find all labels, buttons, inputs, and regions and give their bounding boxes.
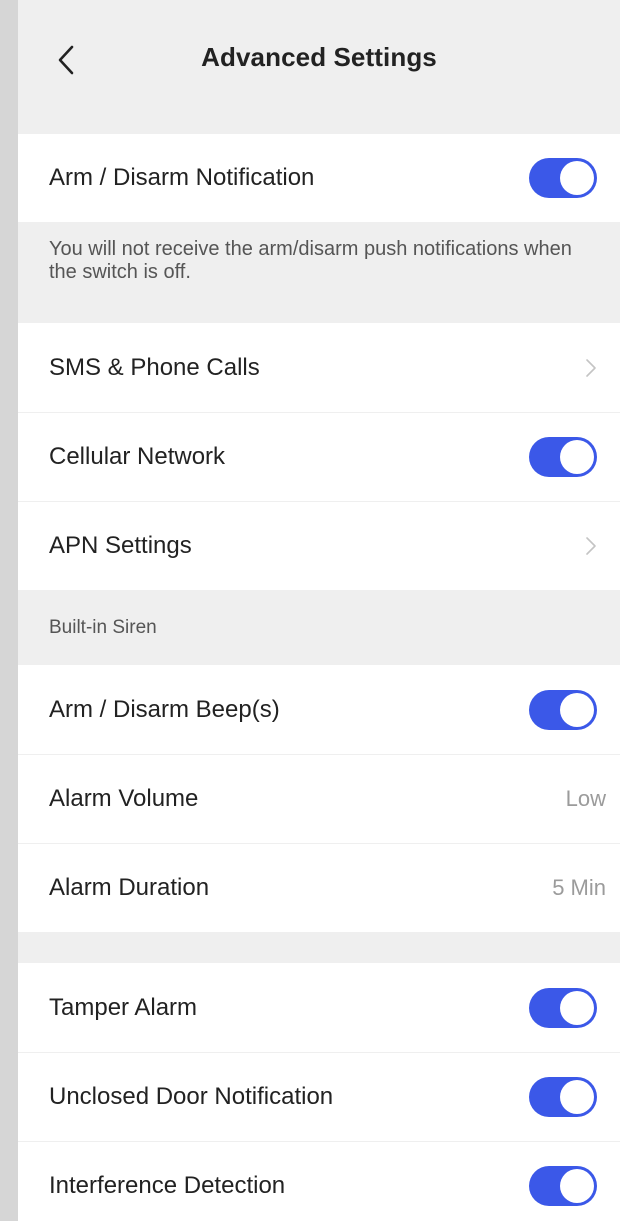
cellular-network-toggle[interactable] xyxy=(529,436,597,477)
interference-detection-toggle[interactable] xyxy=(529,1165,597,1206)
row-label: Interference Detection xyxy=(49,1171,286,1199)
row-label: Unclosed Door Notification xyxy=(49,1082,334,1110)
row-label: Arm / Disarm Notification xyxy=(49,164,315,191)
notification-note: You will not receive the arm/disarm push… xyxy=(18,222,620,323)
settings-screen: Advanced Settings Arm / Disarm Notificat… xyxy=(18,0,620,1221)
row-label: Cellular Network xyxy=(49,442,226,470)
toggle-knob xyxy=(560,1079,594,1114)
row-label: Arm / Disarm Beep(s) xyxy=(49,695,280,723)
row-label: Alarm Duration xyxy=(49,873,210,901)
row-interference-detection: Interference Detection xyxy=(18,1141,620,1221)
unclosed-door-notification-toggle[interactable] xyxy=(529,1076,597,1117)
alarm-duration-value: 5 Min xyxy=(552,874,606,900)
page-title: Advanced Settings xyxy=(201,42,437,72)
row-unclosed-door-notification: Unclosed Door Notification xyxy=(18,1052,620,1141)
arm-disarm-notification-toggle[interactable] xyxy=(529,158,597,198)
row-arm-disarm-beeps: Arm / Disarm Beep(s) xyxy=(18,665,620,754)
chevron-right-icon xyxy=(584,535,598,557)
row-arm-disarm-notification: Arm / Disarm Notification xyxy=(18,134,620,222)
row-alarm-volume[interactable]: Alarm Volume Low xyxy=(18,754,620,843)
toggle-knob xyxy=(560,161,594,195)
section-gap xyxy=(18,932,620,963)
row-label: SMS & Phone Calls xyxy=(49,353,260,381)
row-apn-settings[interactable]: APN Settings xyxy=(18,501,620,590)
row-sms-phone-calls[interactable]: SMS & Phone Calls xyxy=(18,323,620,412)
row-cellular-network: Cellular Network xyxy=(18,412,620,501)
alarm-volume-value: Low xyxy=(565,785,606,811)
section-header-built-in-siren: Built-in Siren xyxy=(18,590,620,665)
toggle-knob xyxy=(560,990,594,1025)
arm-disarm-beeps-toggle[interactable] xyxy=(529,689,597,730)
tamper-alarm-toggle[interactable] xyxy=(529,987,597,1028)
row-label: APN Settings xyxy=(49,531,192,559)
row-label: Alarm Volume xyxy=(49,784,199,812)
toggle-knob xyxy=(560,692,594,727)
row-alarm-duration[interactable]: Alarm Duration 5 Min xyxy=(18,843,620,932)
row-label: Tamper Alarm xyxy=(49,993,198,1021)
toggle-knob xyxy=(560,439,594,474)
toggle-knob xyxy=(560,1168,594,1203)
row-tamper-alarm: Tamper Alarm xyxy=(18,963,620,1052)
header: Advanced Settings xyxy=(18,0,620,134)
left-edge xyxy=(0,0,18,1221)
chevron-right-icon xyxy=(584,357,598,379)
